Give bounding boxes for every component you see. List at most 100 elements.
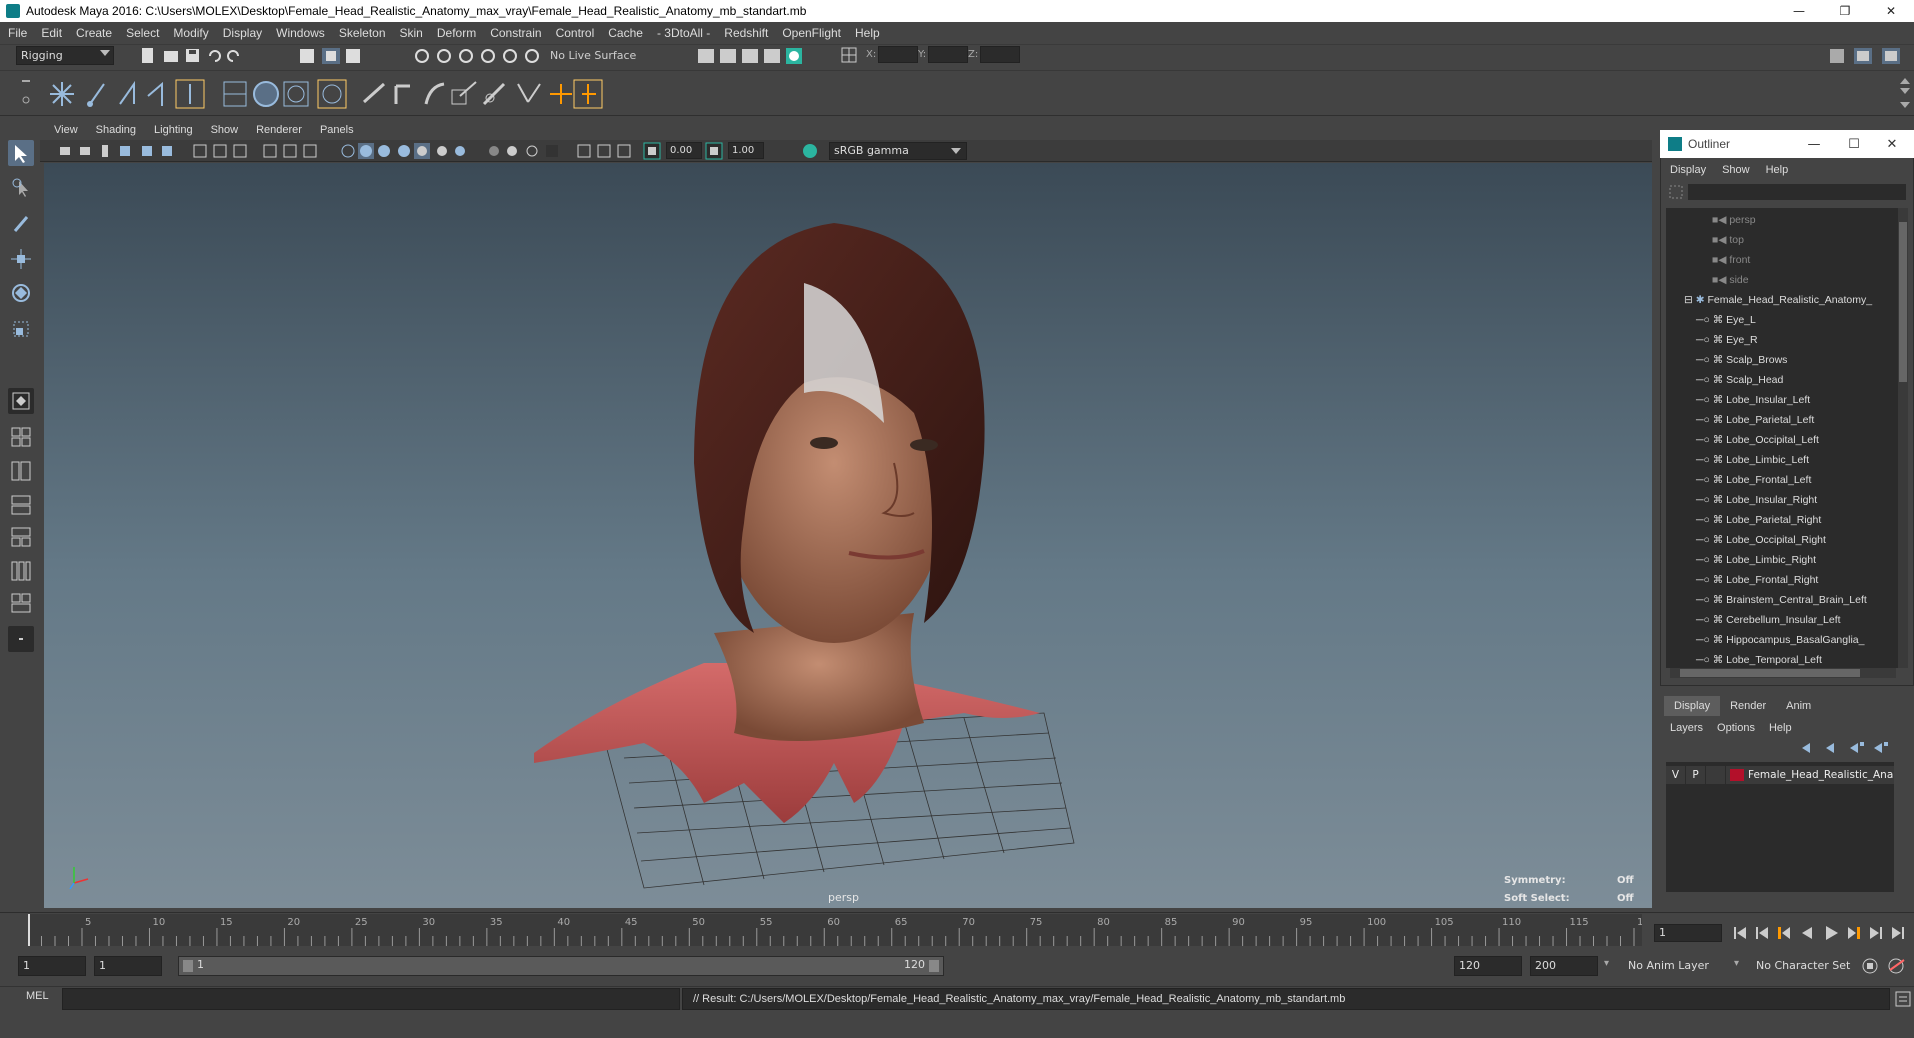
menu-skin[interactable]: Skin: [400, 26, 423, 40]
tab-anim[interactable]: Anim: [1776, 696, 1821, 716]
character-set-dropdown[interactable]: No Character Set: [1756, 959, 1850, 972]
menu-file[interactable]: File: [8, 26, 27, 40]
outliner-menu-show[interactable]: Show: [1722, 164, 1750, 176]
insert-joint-icon[interactable]: [147, 81, 163, 106]
open-scene-icon[interactable]: [164, 51, 178, 62]
step-back-frame-icon[interactable]: [1756, 927, 1768, 939]
exposure-field[interactable]: 0.00: [666, 142, 702, 159]
wireframe-on-shaded-icon[interactable]: [378, 145, 390, 157]
menu-constrain[interactable]: Constrain: [490, 26, 541, 40]
parent-constraint-icon[interactable]: [482, 82, 506, 106]
outliner-item[interactable]: ─○ ⌘ Lobe_Frontal_Right: [1666, 570, 1898, 590]
scale-tool-icon[interactable]: [8, 316, 34, 342]
point-constraint-icon[interactable]: [362, 82, 386, 104]
playback-start-field[interactable]: 1: [94, 956, 162, 976]
wireframe-icon[interactable]: [341, 144, 355, 158]
resolution-gate-icon[interactable]: [233, 144, 247, 158]
shelf-scroll-arrows[interactable]: [1898, 76, 1912, 110]
select-tool-icon[interactable]: [8, 140, 34, 166]
pole-vector-icon[interactable]: [517, 83, 541, 103]
display-layer-row[interactable]: V P Female_Head_Realistic_Ana: [1666, 766, 1894, 784]
persp-outliner-layout-icon[interactable]: [8, 458, 34, 484]
auto-key-icon[interactable]: [1862, 958, 1878, 974]
xray-joints-icon[interactable]: [597, 144, 611, 158]
camera-attributes-icon[interactable]: [80, 147, 90, 155]
hypershade-layout-icon[interactable]: [8, 524, 34, 550]
viewport-menu-shading[interactable]: Shading: [96, 124, 136, 136]
textured-icon[interactable]: [398, 145, 410, 157]
smooth-shade-icon[interactable]: [358, 143, 374, 159]
outliner-item[interactable]: ─○ ⌘ Lobe_Temporal_Left: [1666, 650, 1898, 668]
live-surface-label[interactable]: No Live Surface: [550, 46, 660, 65]
y-field[interactable]: [928, 46, 968, 63]
layer-visibility-toggle[interactable]: V: [1666, 766, 1686, 784]
go-to-end-icon[interactable]: [1892, 927, 1904, 939]
layer-color-swatch[interactable]: [1730, 769, 1744, 781]
ik-handle-icon[interactable]: [87, 83, 105, 107]
safe-action-icon[interactable]: [303, 144, 317, 158]
render-settings-icon[interactable]: [742, 49, 758, 63]
xray-icon[interactable]: [577, 144, 591, 158]
outliner-maximize-button[interactable]: ☐: [1834, 130, 1874, 158]
field-chart-icon[interactable]: [283, 144, 297, 158]
outliner-item[interactable]: ─○ ⌘ Eye_L: [1666, 310, 1898, 330]
menu-set-dropdown[interactable]: Rigging: [16, 46, 114, 65]
ipr-render-icon[interactable]: [720, 49, 736, 63]
outliner-item[interactable]: ─○ ⌘ Eye_R: [1666, 330, 1898, 350]
ik-spline-icon[interactable]: [119, 80, 135, 105]
move-layer-up-icon[interactable]: [1802, 743, 1810, 753]
animation-preferences-icon[interactable]: [1888, 958, 1905, 974]
collapse-icon[interactable]: ⊟: [1684, 294, 1693, 306]
color-space-dropdown[interactable]: sRGB gamma: [829, 142, 967, 160]
wire-deformer-icon[interactable]: [283, 81, 309, 107]
outliner-menu-help[interactable]: Help: [1766, 164, 1789, 176]
x-field[interactable]: [878, 46, 918, 63]
close-button[interactable]: ✕: [1868, 0, 1914, 22]
menu-select[interactable]: Select: [126, 26, 159, 40]
joint-tool-icon[interactable]: [50, 82, 74, 106]
outliner-item[interactable]: ─○ ⌘ Lobe_Limbic_Left: [1666, 450, 1898, 470]
animation-start-field[interactable]: 1: [18, 956, 86, 976]
snap-view-plane-icon[interactable]: [481, 49, 495, 63]
depth-of-field-icon[interactable]: [526, 145, 538, 157]
orient-constraint-icon[interactable]: [424, 82, 445, 105]
paint-select-icon[interactable]: [8, 210, 34, 236]
menu-help[interactable]: Help: [855, 26, 880, 40]
rotate-tool-icon[interactable]: [8, 280, 34, 306]
step-forward-key-icon[interactable]: [1848, 927, 1860, 939]
render-frame-icon[interactable]: [698, 49, 714, 63]
custom-layout-icon[interactable]: [8, 626, 34, 652]
outliner-item[interactable]: ─○ ⌘ Scalp_Brows: [1666, 350, 1898, 370]
grid-toggle-icon[interactable]: [193, 144, 207, 158]
gate-mask-icon[interactable]: [263, 144, 277, 158]
toggle-attribute-editor-icon[interactable]: [1854, 48, 1872, 64]
viewport-menu-panels[interactable]: Panels: [320, 124, 354, 136]
two-d-pan-icon[interactable]: [142, 146, 152, 156]
outliner-item[interactable]: ─○ ⌘ Lobe_Limbic_Right: [1666, 550, 1898, 570]
animation-end-field[interactable]: 200: [1530, 956, 1598, 976]
range-slider[interactable]: 1 120: [178, 956, 944, 976]
film-gate-icon[interactable]: [213, 144, 227, 158]
motion-blur-icon[interactable]: [489, 146, 499, 156]
magnet-icon[interactable]: [525, 49, 539, 63]
outliner-item[interactable]: ─○ ⌘ Lobe_Frontal_Left: [1666, 470, 1898, 490]
menu-deform[interactable]: Deform: [437, 26, 476, 40]
play-forwards-icon[interactable]: [1826, 926, 1838, 940]
script-editor-icon[interactable]: [1894, 990, 1912, 1008]
layer-menu-options[interactable]: Options: [1717, 722, 1755, 734]
outliner-item[interactable]: ─○ ⌘ Lobe_Insular_Left: [1666, 390, 1898, 410]
outliner-item-top[interactable]: ■◀ top: [1666, 230, 1898, 250]
lattice-icon[interactable]: [223, 81, 247, 107]
select-object-icon[interactable]: [322, 48, 340, 64]
select-camera-icon[interactable]: [60, 147, 70, 155]
isolate-select-icon[interactable]: [546, 145, 558, 157]
sculpt-deformer-icon[interactable]: [317, 79, 347, 109]
viewport-menu-view[interactable]: View: [54, 124, 78, 136]
outliner-close-button[interactable]: ✕: [1872, 130, 1912, 158]
outliner-item-root[interactable]: ⊟ ✱ Female_Head_Realistic_Anatomy_: [1666, 290, 1898, 310]
anim-layer-dropdown[interactable]: No Anim Layer: [1628, 959, 1709, 972]
select-hierarchy-icon[interactable]: [300, 49, 314, 63]
outliner-item[interactable]: ─○ ⌘ Brainstem_Central_Brain_Left: [1666, 590, 1898, 610]
current-time-indicator[interactable]: [28, 914, 30, 946]
menu-redshift[interactable]: Redshift: [724, 26, 768, 40]
